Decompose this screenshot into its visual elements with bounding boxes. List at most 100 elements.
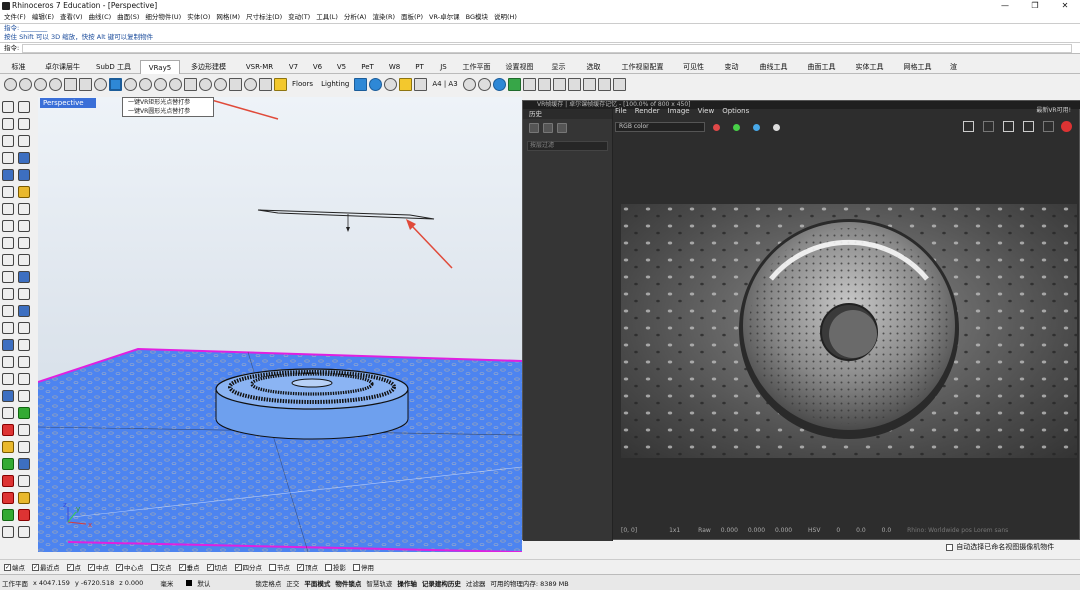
vray-mesh-light-icon[interactable] [259, 77, 272, 91]
vfb-save-image-icon[interactable] [963, 121, 974, 132]
tool-icon[interactable] [2, 474, 14, 487]
tool-icon[interactable] [18, 134, 30, 147]
tab-3[interactable]: VRay5 [140, 60, 180, 74]
vray-settings-icon[interactable] [4, 77, 17, 91]
tool-icon[interactable] [18, 236, 30, 249]
vfb-save-icon[interactable] [529, 123, 539, 133]
vray-grid-icon[interactable] [414, 77, 428, 91]
vfb-menu-item[interactable]: File [615, 105, 627, 117]
status-toggle[interactable]: 智慧轨迹 [366, 578, 392, 588]
tool-icon[interactable] [2, 406, 14, 419]
checkbox-box[interactable]: ✓ [32, 564, 39, 571]
vray-material-editor-icon[interactable] [64, 77, 77, 91]
tool-icon[interactable] [18, 491, 30, 504]
vray-spot-light-icon[interactable] [139, 77, 152, 91]
tool-icon[interactable] [2, 491, 14, 504]
tool-icon[interactable] [2, 355, 14, 368]
tool-icon[interactable] [2, 321, 14, 334]
tool-icon[interactable] [18, 270, 30, 283]
vray-sphere-icon[interactable] [94, 77, 107, 91]
tab-5[interactable]: VSR-MR [238, 60, 282, 74]
popup-item[interactable]: 一键VR矩形光点替打参 [128, 98, 213, 107]
checkbox-box[interactable]: ✓ [4, 564, 11, 571]
checkbox-box[interactable]: ✓ [297, 564, 304, 571]
vray-misc-icon[interactable] [567, 77, 581, 91]
tool-icon[interactable] [2, 389, 14, 402]
menu-item[interactable]: 尺寸标注(D) [246, 12, 282, 23]
tool-icon[interactable] [18, 372, 30, 385]
menu-item[interactable]: 分析(A) [344, 12, 367, 23]
auto-select-camera-checkbox[interactable]: 自动选择已命名视图摄像机物件 [946, 542, 1054, 552]
vfb-update-note[interactable]: 最新VR可用! [1036, 105, 1071, 114]
tool-icon[interactable] [18, 457, 30, 470]
tool-icon[interactable] [2, 423, 14, 436]
tab-21[interactable]: 曲面工具 [798, 60, 846, 74]
tool-icon[interactable] [2, 151, 14, 164]
menu-item[interactable]: 实体(O) [187, 12, 210, 23]
vray-misc-icon[interactable] [552, 77, 566, 91]
tab-20[interactable]: 曲线工具 [750, 60, 798, 74]
status-plane[interactable]: 工作平面 [2, 578, 28, 588]
tool-icon[interactable] [2, 287, 14, 300]
vray-sun-icon[interactable] [154, 77, 167, 91]
tool-icon[interactable] [18, 253, 30, 266]
osnap-5[interactable]: 交点 [150, 562, 172, 572]
vray-misc-icon[interactable] [537, 77, 551, 91]
tool-icon[interactable] [2, 202, 14, 215]
vray-frame-buffer-icon[interactable] [49, 77, 62, 91]
vray-denoise-icon[interactable] [477, 77, 491, 91]
vfb-delete-icon[interactable] [557, 123, 567, 133]
tool-icon[interactable] [2, 117, 14, 130]
tab-12[interactable]: JS [432, 60, 456, 74]
vray-decal-icon[interactable] [214, 77, 227, 91]
vray-misc-icon[interactable] [612, 77, 626, 91]
vfb-menu-item[interactable]: View [698, 105, 715, 117]
menu-item[interactable]: 细分物件(U) [145, 12, 181, 23]
tool-icon[interactable] [18, 202, 30, 215]
checkbox-box[interactable]: ✓ [234, 564, 242, 571]
vfb-filter-input[interactable]: 按层过滤 [527, 141, 608, 151]
checkbox-box[interactable] [353, 564, 360, 571]
vray-interactive-render-icon[interactable] [34, 77, 47, 91]
tool-icon[interactable] [18, 321, 30, 334]
command-input[interactable] [22, 44, 1072, 53]
status-toggle[interactable]: 物件锁点 [335, 578, 361, 588]
menu-item[interactable]: 渲染(R) [372, 12, 395, 23]
popup-item[interactable]: 一键VR圆形光点替打参 [128, 107, 213, 116]
tab-14[interactable]: 设置视图 [498, 60, 542, 74]
green-channel-icon[interactable] [733, 124, 740, 131]
osnap-12[interactable]: 停用 [353, 562, 374, 572]
tool-icon[interactable] [2, 304, 14, 317]
checkbox-box[interactable]: ✓ [66, 564, 74, 571]
perspective-viewport[interactable]: z y x [38, 97, 522, 552]
vray-sphere-light-icon[interactable] [124, 77, 137, 91]
osnap-10[interactable]: ✓ 顶点 [297, 562, 318, 572]
tool-icon[interactable] [18, 355, 30, 368]
vray-render-icon[interactable] [19, 77, 32, 91]
tool-icon[interactable] [2, 134, 14, 147]
vr-rect-light[interactable] [257, 209, 435, 220]
tool-icon[interactable] [2, 253, 14, 266]
tool-icon[interactable] [2, 168, 14, 181]
menu-item[interactable]: 说明(H) [494, 12, 517, 23]
tool-icon[interactable] [18, 287, 30, 300]
checkbox-box[interactable] [150, 564, 158, 571]
osnap-9[interactable]: 节点 [269, 562, 290, 572]
menu-item[interactable]: 工具(L) [316, 12, 338, 23]
checkbox-box[interactable]: ✓ [178, 564, 186, 571]
osnap-8[interactable]: ✓ 四分点 [234, 562, 262, 572]
viewport-label[interactable]: Perspective [40, 98, 96, 108]
status-toggle[interactable]: 过滤器 [466, 578, 486, 588]
tool-icon[interactable] [2, 440, 14, 453]
vfb-region-icon[interactable] [1003, 121, 1014, 132]
osnap-4[interactable]: ✓ 中心点 [116, 562, 144, 572]
tool-icon[interactable] [18, 389, 30, 402]
vray-misc-icon[interactable] [522, 77, 536, 91]
vfb-compare-icon[interactable] [543, 123, 553, 133]
maximize-button[interactable]: ❐ [1020, 0, 1050, 12]
vray-toon-icon[interactable] [384, 77, 398, 91]
menu-item[interactable]: 网格(M) [216, 12, 240, 23]
vray-chaos-icon[interactable] [507, 77, 521, 91]
paper-size-button[interactable]: A4 | A3 [429, 80, 460, 88]
osnap-0[interactable]: ✓ 端点 [4, 562, 25, 572]
